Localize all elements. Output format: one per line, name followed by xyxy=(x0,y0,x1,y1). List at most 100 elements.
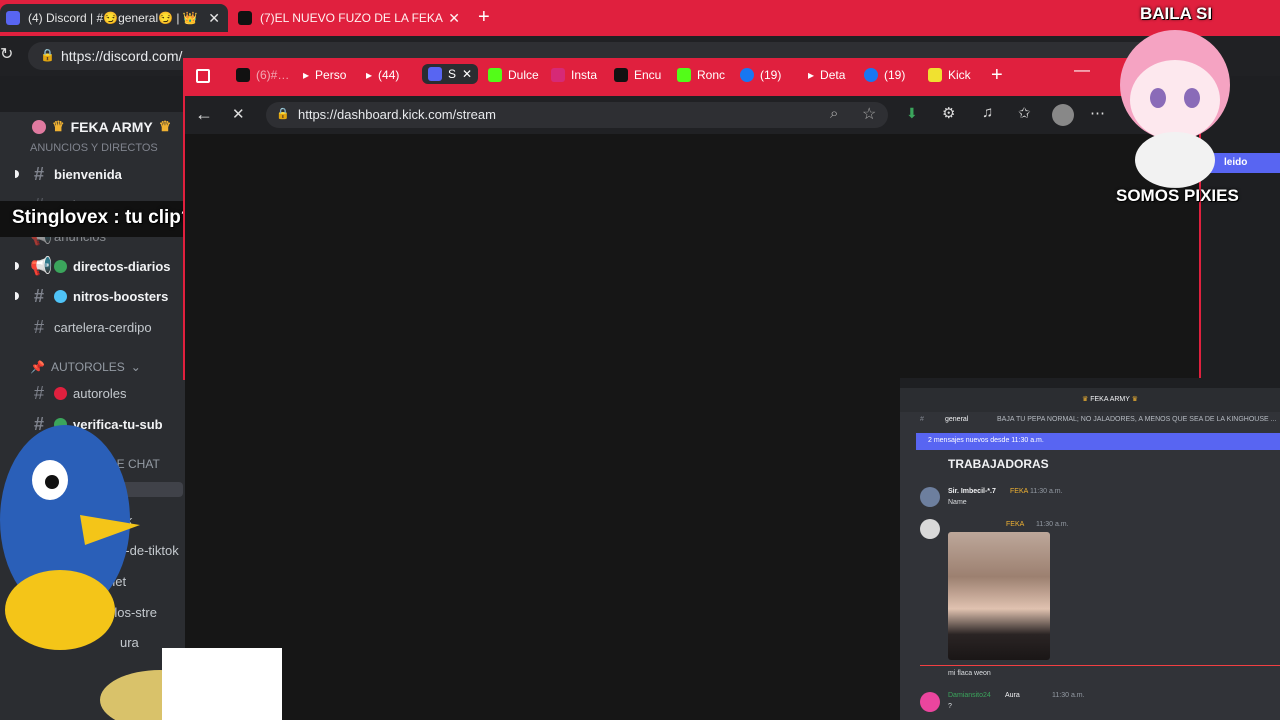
channel-label: cartelera-cerdipo xyxy=(54,320,152,335)
favorites-icon[interactable]: ✩ xyxy=(1018,104,1031,122)
tab-label: S xyxy=(448,67,457,81)
minimize-icon[interactable]: — xyxy=(1074,62,1090,80)
tab-label: Encu xyxy=(634,68,662,82)
mini-server-name[interactable]: ♛ FEKA ARMY ♛ xyxy=(1082,395,1138,403)
hash-icon: # xyxy=(920,416,924,423)
star-icon[interactable]: ☆ xyxy=(862,104,876,124)
tiktok-icon xyxy=(238,11,252,25)
gem-icon xyxy=(54,290,67,303)
message-time: 11:30 a.m. xyxy=(1052,692,1085,699)
category-label: AUTOROLES xyxy=(50,360,125,374)
new-tab-button[interactable]: + xyxy=(991,64,1003,87)
tab-label: Deta xyxy=(820,68,846,82)
server-name[interactable]: ♛ FEKA ARMY ♛ xyxy=(32,118,171,135)
message-author[interactable]: Sir. Imbecil-*.7 xyxy=(948,488,996,495)
channel-label: autoroles xyxy=(73,386,127,401)
avatar[interactable] xyxy=(920,692,940,712)
audio-icon[interactable]: ♫ xyxy=(982,104,993,121)
chevron-down-icon: ⌄ xyxy=(130,360,141,374)
play-icon: ▸ xyxy=(808,68,815,82)
overlay-text-bottom: SOMOS PIXIES xyxy=(1116,186,1239,205)
close-icon[interactable]: ✕ xyxy=(448,10,460,27)
play-icon: ▸ xyxy=(366,68,373,82)
front-tab[interactable]: ▸ (44) xyxy=(366,68,399,82)
channel-label: bienvenida xyxy=(54,167,122,182)
front-tab[interactable]: ▸ Deta xyxy=(808,68,845,82)
message-text: mi flaca weon xyxy=(948,670,991,677)
spinner-icon xyxy=(428,67,442,81)
tab-label: (19) xyxy=(884,68,906,82)
channel-label: directos-diarios xyxy=(73,259,171,274)
lock-icon: 🔒 xyxy=(276,108,290,120)
url-text: https://dashboard.kick.com/stream xyxy=(298,107,496,122)
avatar[interactable] xyxy=(920,519,940,539)
new-tab-button[interactable]: + xyxy=(478,6,490,29)
overlay-text-top: BAILA SI xyxy=(1140,4,1213,23)
message-author[interactable]: Damiansito24 xyxy=(948,692,991,699)
back-url: https://discord.com/... xyxy=(61,48,195,64)
page-content-loading xyxy=(185,134,1195,380)
tab-label: (6)#… xyxy=(256,68,290,82)
front-tab[interactable]: (19) xyxy=(740,68,781,82)
category-anuncios[interactable]: ANUNCIOS Y DIRECTOS xyxy=(30,142,158,154)
server-label: FEKA ARMY xyxy=(70,118,153,135)
front-tab[interactable]: (19) xyxy=(864,68,905,82)
message-heading: TRABAJADORAS xyxy=(948,457,1049,471)
kick-icon xyxy=(677,68,691,82)
profile-avatar[interactable] xyxy=(1052,104,1074,126)
front-tab[interactable]: Kick xyxy=(928,68,971,82)
back-arrow-icon[interactable]: ← xyxy=(195,104,213,125)
tiktok-icon xyxy=(614,68,628,82)
avatar[interactable] xyxy=(920,487,940,507)
channel-directos-diarios[interactable]: 📢 directos-diarios xyxy=(30,256,171,277)
crown-icon: ♛ xyxy=(1082,396,1089,403)
reload-icon[interactable]: ↻ xyxy=(0,44,13,64)
close-icon[interactable]: ✕ xyxy=(208,10,220,27)
channel-cartelera[interactable]: # cartelera-cerdipo xyxy=(30,317,152,338)
front-tab[interactable]: ▸ Perso xyxy=(303,68,346,82)
channel-nitros-boosters[interactable]: # nitros-boosters xyxy=(30,286,168,307)
more-icon[interactable]: ⋯ xyxy=(1090,104,1105,122)
front-tab-active[interactable]: S ✕ xyxy=(422,64,479,84)
front-tab[interactable]: (6)#… xyxy=(236,68,289,82)
role-tag: FEKA xyxy=(1006,521,1025,528)
megaphone-icon: 📢 xyxy=(30,256,53,276)
zoom-icon[interactable]: ⌕ xyxy=(830,105,838,122)
front-tab[interactable]: Encu xyxy=(614,68,661,82)
message-image[interactable] xyxy=(948,532,1050,660)
tab-discord[interactable]: (4) Discord | #😏general😏 | 👑 ✕ xyxy=(0,4,228,32)
tab-tiktok-label: (7)EL NUEVO FUZO DE LA FEKA xyxy=(260,11,443,25)
mini-server-label: FEKA ARMY xyxy=(1090,396,1130,403)
new-divider xyxy=(920,665,1280,666)
pin-icon: 📌 xyxy=(30,360,45,374)
crown-icon: ♛ xyxy=(1131,396,1139,403)
crown-icon: ♛ xyxy=(158,118,172,134)
extensions-icon[interactable]: ⚙ xyxy=(942,104,955,122)
tab-label: (19) xyxy=(760,68,782,82)
channel-bienvenida[interactable]: # bienvenida xyxy=(30,164,122,185)
green-circle-icon xyxy=(54,260,67,273)
play-icon: ▸ xyxy=(303,68,310,82)
pixie-sticker xyxy=(1120,30,1230,188)
facebook-icon xyxy=(864,68,878,82)
front-tab[interactable]: Insta xyxy=(551,68,597,82)
kick-icon xyxy=(488,68,502,82)
facebook-icon xyxy=(740,68,754,82)
message-time: 11:30 a.m. xyxy=(1036,521,1069,528)
new-messages-text: 2 mensajes nuevos desde 11:30 a.m. xyxy=(928,437,1044,444)
tab-actions-icon[interactable] xyxy=(196,69,210,83)
stop-loading-icon[interactable]: ✕ xyxy=(232,105,245,123)
tab-label: Perso xyxy=(315,68,347,82)
front-tab[interactable]: Ronc xyxy=(677,68,725,82)
category-autoroles[interactable]: 📌 AUTOROLES ⌄ xyxy=(30,360,141,374)
front-tab[interactable]: Dulce xyxy=(488,68,539,82)
message-text: Name xyxy=(948,499,967,506)
message-text: ? xyxy=(948,703,952,710)
server-icon xyxy=(32,119,46,134)
tab-tiktok[interactable]: (7)EL NUEVO FUZO DE LA FEKA ✕ xyxy=(232,4,468,32)
hash-icon: # xyxy=(33,164,44,184)
close-icon[interactable]: ✕ xyxy=(462,67,472,81)
download-icon[interactable]: ⬇ xyxy=(906,105,918,122)
lower-background xyxy=(185,380,900,720)
target-icon xyxy=(54,387,67,400)
